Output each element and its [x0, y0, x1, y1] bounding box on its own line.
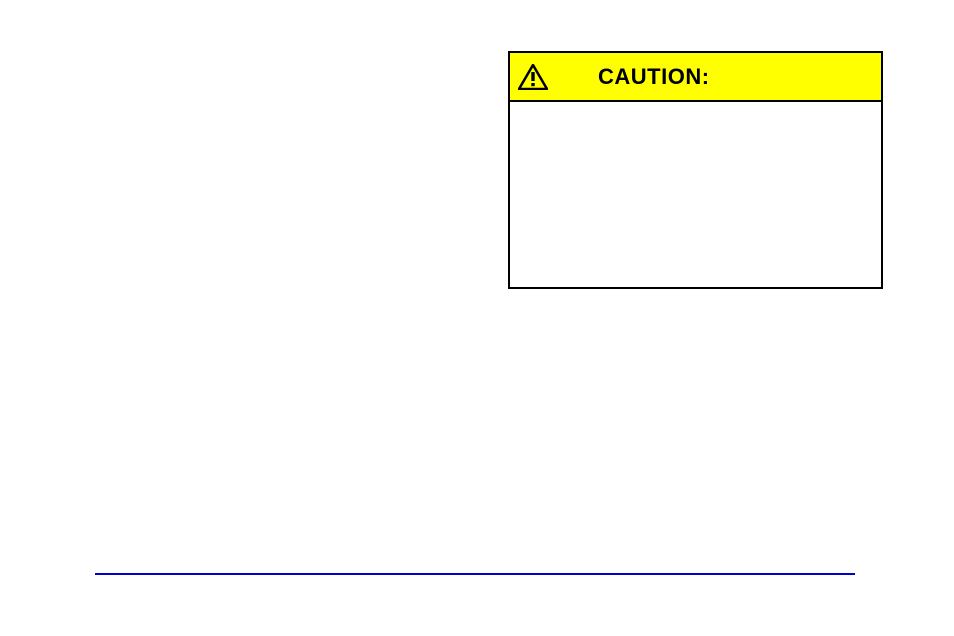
document-page: CAUTION: — [0, 0, 954, 636]
caution-title: CAUTION: — [598, 64, 710, 90]
footer-rule — [95, 573, 855, 575]
caution-header: CAUTION: — [510, 53, 881, 102]
warning-triangle-icon — [518, 64, 548, 90]
caution-panel: CAUTION: — [508, 51, 883, 289]
